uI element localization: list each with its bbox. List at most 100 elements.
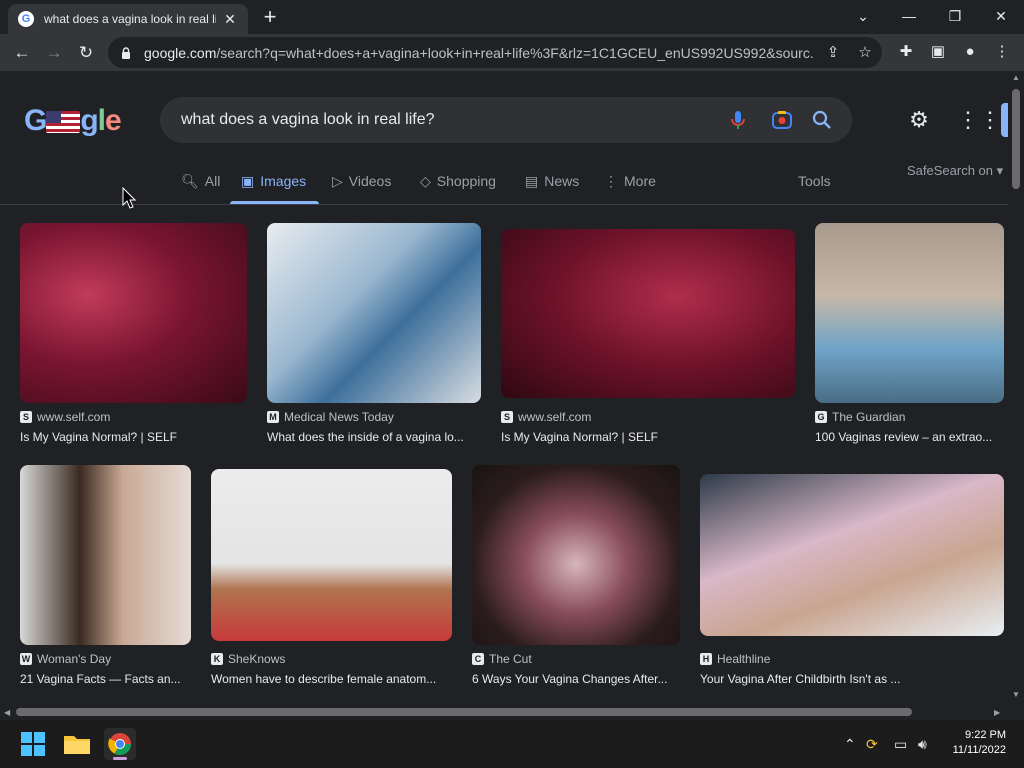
menu-icon[interactable]: ⋮	[990, 40, 1014, 64]
clock-date: 11/11/2022	[952, 744, 1006, 756]
result-source[interactable]: M Medical News Today	[267, 410, 394, 424]
new-tab-button[interactable]: +	[258, 6, 282, 30]
tools-button[interactable]: Tools	[798, 173, 831, 189]
account-button[interactable]	[1001, 103, 1008, 137]
browser-toolbar: ← → ↻ google.com/search?q=what+does+a+va…	[0, 34, 1024, 71]
site-favicon-icon: M	[267, 411, 279, 423]
settings-gear-icon[interactable]: ⚙	[906, 107, 932, 133]
share-icon[interactable]: ⇪	[822, 42, 844, 64]
tab-search-icon[interactable]: ⌄	[849, 4, 877, 28]
chrome-taskbar-button[interactable]	[104, 728, 136, 760]
minimize-button[interactable]: —	[895, 4, 923, 28]
clock-time: 9:22 PM	[965, 729, 1006, 741]
close-window-button[interactable]: ✕	[987, 4, 1015, 28]
show-hidden-icons-chevron-icon[interactable]: ⌃	[844, 736, 856, 753]
result-image[interactable]	[20, 223, 247, 403]
google-favicon-icon: G	[18, 11, 34, 27]
result-image[interactable]	[472, 465, 680, 645]
result-image[interactable]	[815, 223, 1004, 403]
scroll-right-arrow-icon[interactable]: ▶	[994, 708, 1000, 717]
side-panel-icon[interactable]: ▣	[926, 40, 950, 64]
lock-icon	[122, 46, 130, 59]
forward-button[interactable]: →	[41, 40, 67, 66]
scroll-up-arrow-icon[interactable]: ▲	[1012, 73, 1020, 82]
extensions-icon[interactable]: ✚	[894, 40, 918, 64]
result-caption[interactable]: 21 Vagina Facts — Facts an...	[20, 672, 191, 686]
sync-icon[interactable]: ⟳	[866, 736, 878, 753]
voice-search-icon[interactable]	[726, 108, 750, 132]
scroll-down-arrow-icon[interactable]: ▼	[1012, 690, 1020, 699]
scroll-left-arrow-icon[interactable]: ◀	[4, 708, 10, 717]
horizontal-scroll-thumb[interactable]	[16, 708, 912, 716]
result-image[interactable]	[211, 469, 452, 641]
video-icon: ▷	[332, 172, 343, 189]
news-icon: ▤	[525, 172, 539, 189]
tab-all[interactable]: 🔍︎ All	[181, 171, 220, 191]
bookmark-star-icon[interactable]: ☆	[854, 42, 876, 64]
tab-news[interactable]: ▤ News	[525, 171, 579, 191]
active-tab-indicator	[230, 201, 319, 204]
network-icon[interactable]: ▭	[894, 736, 907, 753]
result-image[interactable]	[700, 474, 1004, 636]
site-favicon-icon: S	[501, 411, 513, 423]
site-favicon-icon: G	[815, 411, 827, 423]
google-doodle-logo[interactable]: Ggle	[24, 104, 122, 138]
result-caption[interactable]: Is My Vagina Normal? | SELF	[501, 430, 795, 444]
horizontal-scrollbar[interactable]: ◀ ▶	[0, 704, 1008, 720]
lens-search-icon[interactable]	[770, 108, 794, 132]
result-caption[interactable]: What does the inside of a vagina lo...	[267, 430, 481, 444]
search-input[interactable]: what does a vagina look in real life?	[160, 97, 852, 143]
taskbar-clock[interactable]: 9:22 PM 11/11/2022	[953, 728, 1006, 758]
result-source[interactable]: Swww.self.com	[20, 410, 110, 424]
restore-button[interactable]: ❐	[941, 4, 969, 28]
result-image[interactable]	[267, 223, 481, 403]
search-results-page: Ggle what does a vagina look in real lif…	[0, 71, 1008, 704]
tab-more[interactable]: ⋮ More	[604, 171, 656, 191]
site-favicon-icon: H	[700, 653, 712, 665]
file-explorer-icon[interactable]	[61, 728, 93, 760]
site-favicon-icon: K	[211, 653, 223, 665]
result-caption[interactable]: 100 Vaginas review – an extrao...	[815, 430, 1004, 444]
tab-title: what does a vagina look in real life?	[44, 12, 216, 26]
tab-videos[interactable]: ▷ Videos	[332, 171, 391, 191]
close-tab-icon[interactable]: ✕	[222, 11, 238, 27]
result-caption[interactable]: Women have to describe female anatom...	[211, 672, 452, 686]
result-source[interactable]: W Woman's Day	[20, 652, 111, 666]
mouse-cursor-icon	[122, 187, 136, 209]
site-favicon-icon: C	[472, 653, 484, 665]
volume-icon[interactable]: 🔊︎	[918, 736, 927, 753]
vertical-scroll-thumb[interactable]	[1012, 89, 1020, 189]
tab-shopping[interactable]: ◇ Shopping	[420, 171, 496, 191]
search-query: what does a vagina look in real life?	[181, 111, 435, 128]
google-apps-icon[interactable]: ⋮⋮	[957, 107, 1001, 133]
address-bar[interactable]: google.com/search?q=what+does+a+vagina+l…	[108, 37, 882, 68]
tag-icon: ◇	[420, 172, 431, 189]
profile-icon[interactable]: ●	[958, 40, 982, 64]
browser-tab[interactable]: G what does a vagina look in real life? …	[8, 4, 248, 34]
active-app-indicator	[113, 757, 127, 760]
result-image[interactable]	[20, 465, 191, 645]
windows-taskbar: ⌃ ⟳ ▭ 🔊︎ 9:22 PM 11/11/2022	[0, 720, 1024, 768]
search-icon[interactable]	[810, 108, 834, 132]
reload-button[interactable]: ↻	[73, 40, 99, 66]
result-source[interactable]: G The Guardian	[815, 410, 905, 424]
more-dots-icon: ⋮	[604, 172, 618, 189]
safesearch-toggle[interactable]: SafeSearch on ▾	[907, 163, 1003, 179]
vertical-scrollbar[interactable]: ▲ ▼	[1008, 71, 1024, 704]
search-icon: 🔍︎	[181, 172, 199, 189]
result-caption[interactable]: Your Vagina After Childbirth Isn't as ..…	[700, 672, 1004, 686]
result-source[interactable]: H Healthline	[700, 652, 770, 666]
result-source[interactable]: C The Cut	[472, 652, 532, 666]
windows-start-icon[interactable]	[17, 728, 49, 760]
chrome-icon	[108, 733, 131, 755]
result-caption[interactable]: 6 Ways Your Vagina Changes After...	[472, 672, 680, 686]
tab-images[interactable]: ▣ Images	[241, 171, 306, 191]
result-caption[interactable]: Is My Vagina Normal? | SELF	[20, 430, 247, 444]
result-source[interactable]: K SheKnows	[211, 652, 285, 666]
result-source[interactable]: Swww.self.com	[501, 410, 591, 424]
tab-strip: G what does a vagina look in real life? …	[0, 0, 1024, 34]
search-nav-tabs: 🔍︎ All ▣ Images ▷ Videos ◇ Shopping ▤ News ⋮ M…	[0, 161, 1008, 205]
result-image[interactable]	[501, 229, 795, 398]
site-favicon-icon: W	[20, 653, 32, 665]
back-button[interactable]: ←	[9, 40, 35, 66]
